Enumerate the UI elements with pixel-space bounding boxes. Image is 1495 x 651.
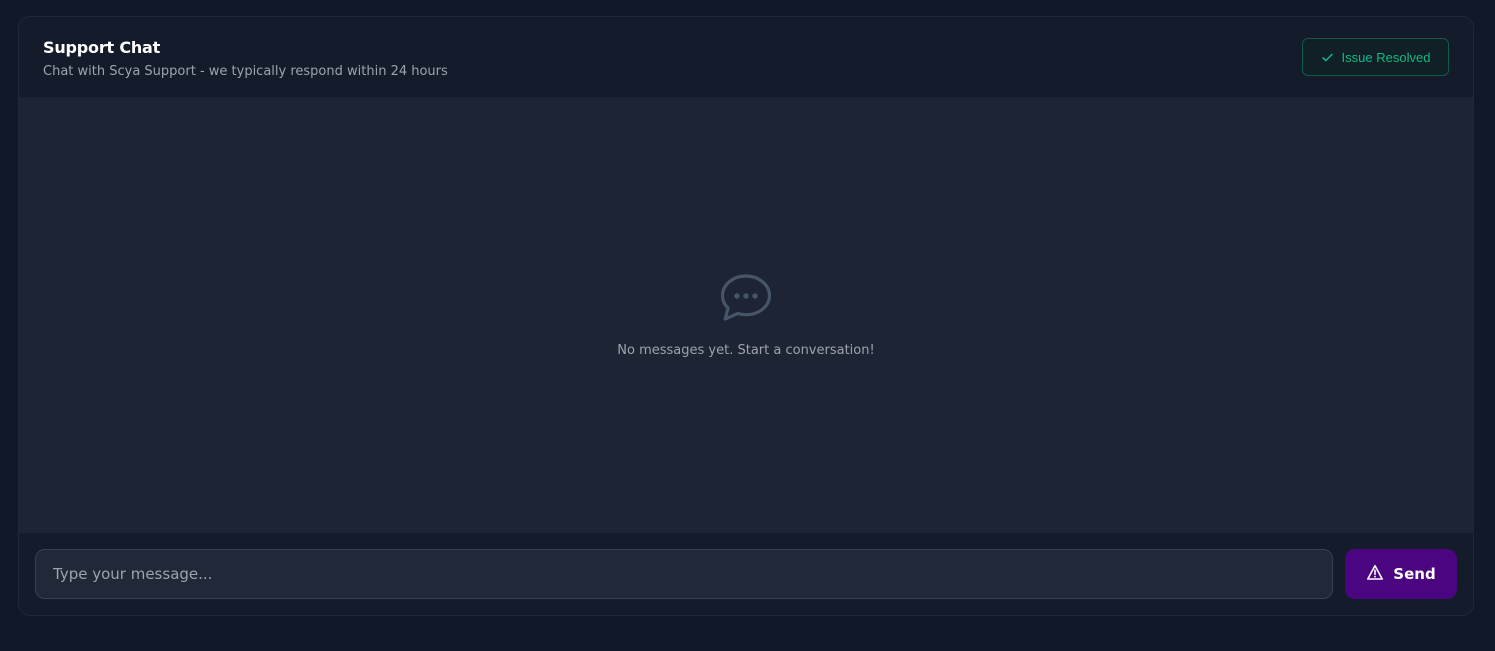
page-title: Support Chat — [43, 38, 161, 57]
send-label: Send — [1393, 565, 1436, 583]
issue-resolved-label: Issue Resolved — [1341, 49, 1431, 65]
issue-resolved-button[interactable]: Issue Resolved — [1302, 38, 1449, 76]
support-chat-panel: Support Chat Chat with Scya Support - we… — [18, 16, 1474, 616]
message-list: No messages yet. Start a conversation! — [19, 98, 1473, 533]
chat-header: Support Chat Chat with Scya Support - we… — [19, 17, 1473, 98]
chat-bubble-icon — [717, 272, 775, 324]
empty-state-text: No messages yet. Start a conversation! — [617, 343, 875, 358]
send-button[interactable]: Send — [1345, 549, 1457, 599]
empty-state: No messages yet. Start a conversation! — [19, 272, 1473, 359]
page-subtitle: Chat with Scya Support - we typically re… — [43, 64, 448, 79]
message-composer: Send — [19, 533, 1473, 615]
check-icon — [1321, 51, 1334, 64]
message-input[interactable] — [35, 549, 1333, 599]
warning-triangle-icon — [1366, 564, 1384, 585]
